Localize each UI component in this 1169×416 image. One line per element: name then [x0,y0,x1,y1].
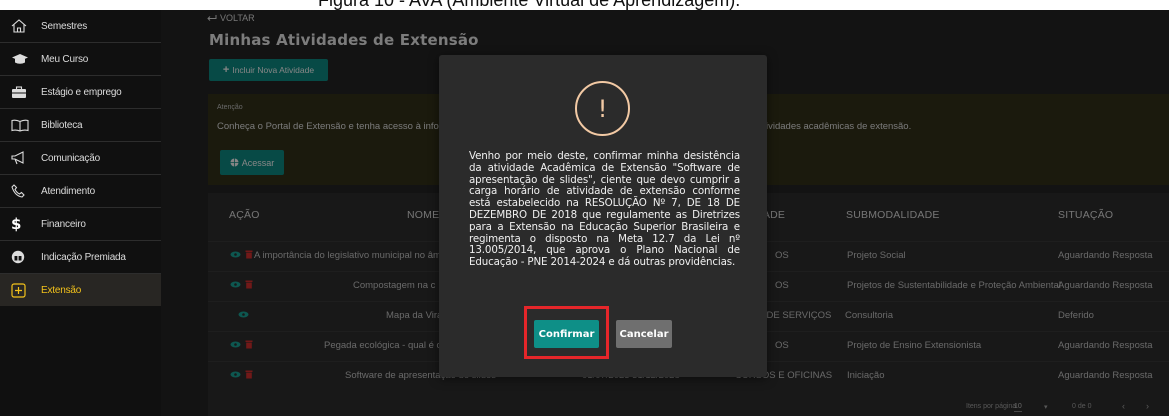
sidebar-item-label: Semestres [41,20,87,32]
sidebar-item-label: Indicação Premiada [41,251,126,263]
graduation-cap-icon [11,51,33,67]
dollar-icon: $ [11,215,22,233]
sidebar: Semestres Meu Curso Estágio e emprego Bi… [0,10,161,416]
sidebar-item-meu-curso[interactable]: Meu Curso [0,43,161,75]
gift-icon [11,249,33,265]
sidebar-item-label: Atendimento [41,185,95,197]
confirm-dialog: ! Venho por meio deste, confirmar minha … [439,55,767,377]
sidebar-item-label: Estágio e emprego [41,86,122,98]
main-content: VOLTAR Minhas Atividades de Extensão + I… [161,10,1169,416]
cancel-button[interactable]: Cancelar [616,320,672,348]
megaphone-icon [11,150,33,166]
book-icon [11,117,33,133]
figure-caption-text: Figura 10 - AVA (Ambiente Virtual de Apr… [318,0,741,10]
sidebar-item-label: Comunicação [41,152,100,164]
sidebar-item-label: Financeiro [41,218,86,230]
extension-icon [11,282,33,298]
sidebar-item-label: Meu Curso [41,53,89,65]
sidebar-item-comunicacao[interactable]: Comunicação [0,142,161,174]
sidebar-item-biblioteca[interactable]: Biblioteca [0,109,161,141]
warning-icon: ! [575,81,630,136]
sidebar-item-extensao[interactable]: Extensão [0,274,161,306]
sidebar-item-indicacao[interactable]: Indicação Premiada [0,241,161,273]
phone-icon [11,183,33,199]
briefcase-icon [11,84,33,100]
sidebar-item-estagio[interactable]: Estágio e emprego [0,76,161,108]
home-icon [11,18,33,34]
sidebar-item-financeiro[interactable]: $ Financeiro [0,208,161,240]
sidebar-item-atendimento[interactable]: Atendimento [0,175,161,207]
sidebar-item-semestres[interactable]: Semestres [0,10,161,42]
dialog-message: Venho por meio deste, confirmar minha de… [469,150,740,269]
confirm-button[interactable]: Confirmar [534,320,599,348]
sidebar-item-label: Biblioteca [41,119,83,131]
figure-caption: Figura 10 - AVA (Ambiente Virtual de Apr… [0,0,1169,10]
sidebar-item-label: Extensão [41,284,82,296]
